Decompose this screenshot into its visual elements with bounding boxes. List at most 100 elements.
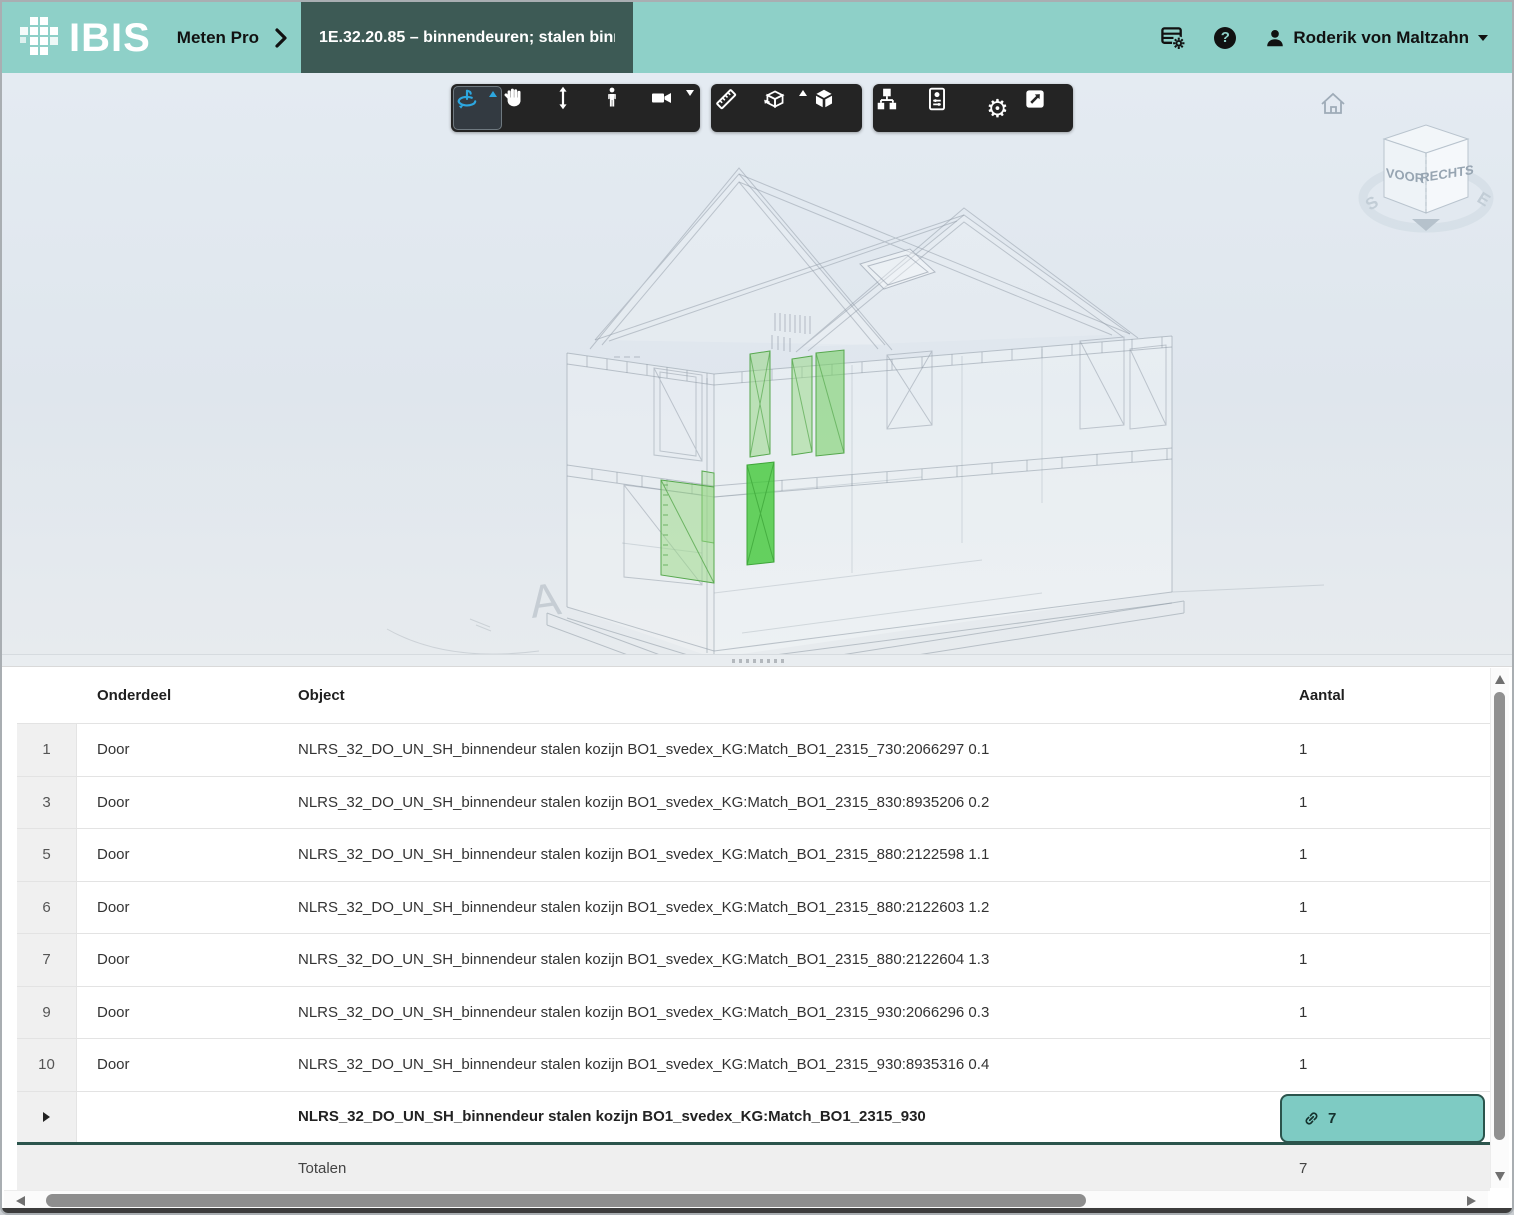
fullscreen-button[interactable] [1022, 86, 1071, 130]
help-button[interactable]: ? [1212, 25, 1238, 51]
navigation-tool-group [451, 84, 700, 132]
walk-tool-button[interactable] [600, 86, 649, 130]
row-aantal: 1 [1280, 794, 1490, 811]
col-header-aantal[interactable]: Aantal [1280, 687, 1490, 704]
vertical-scrollbar[interactable] [1490, 668, 1509, 1188]
group-summary-row[interactable]: NLRS_32_DO_UN_SH_binnendeur stalen kozij… [17, 1091, 1490, 1143]
orbit-dropdown-icon [489, 91, 497, 97]
scroll-up-arrow[interactable] [1495, 675, 1505, 684]
pan-hand-icon [502, 86, 526, 110]
row-aantal: 1 [1280, 846, 1490, 863]
horizontal-scroll-thumb[interactable] [46, 1194, 1086, 1207]
expand-icon [1022, 86, 1048, 112]
table-settings-icon [1160, 24, 1186, 51]
camera-icon [649, 86, 675, 110]
row-aantal: 1 [1280, 1056, 1490, 1073]
row-object: NLRS_32_DO_UN_SH_binnendeur stalen kozij… [297, 899, 1280, 916]
row-onderdeel: Door [77, 1056, 297, 1073]
breadcrumb-chevron-icon [259, 2, 301, 73]
group-expander-cell[interactable] [17, 1092, 77, 1143]
viewer-toolbar: ⚙ [451, 84, 1073, 132]
camera-dropdown-icon [686, 90, 694, 96]
app-window: IBIS Meten Pro 1E.32.20.85 – binnendeure… [0, 0, 1514, 1215]
pan-tool-button[interactable] [502, 86, 551, 130]
view-settings-button[interactable] [1160, 25, 1186, 51]
row-aantal: 1 [1280, 951, 1490, 968]
app-name: Meten Pro [151, 2, 259, 73]
ibis-logo-text: IBIS [69, 18, 151, 58]
gear-icon: ⚙ [986, 96, 1008, 121]
expand-arrow-icon [43, 1112, 50, 1122]
row-onderdeel: Door [77, 741, 297, 758]
col-header-object[interactable]: Object [297, 687, 1280, 704]
home-view-button[interactable] [1322, 94, 1344, 113]
row-object: NLRS_32_DO_UN_SH_binnendeur stalen kozij… [297, 1004, 1280, 1021]
active-measure-tab[interactable]: 1E.32.20.85 – binnendeuren; stalen binne… [301, 2, 633, 73]
walk-person-icon [600, 86, 624, 110]
properties-panel-button[interactable] [924, 86, 973, 130]
scroll-down-arrow[interactable] [1495, 1172, 1505, 1181]
nav-cube[interactable]: VOOR RECHTS S E [1362, 125, 1494, 231]
row-number: 10 [17, 1039, 77, 1091]
linked-quantity-chip[interactable]: 7 [1280, 1094, 1485, 1143]
row-aantal: 1 [1280, 741, 1490, 758]
top-bar: IBIS Meten Pro 1E.32.20.85 – binnendeure… [2, 2, 1512, 73]
row-aantal: 1 [1280, 899, 1490, 916]
row-aantal: 1 [1280, 1004, 1490, 1021]
model-tree-icon [875, 86, 901, 112]
user-icon [1264, 27, 1286, 49]
model-tree-button[interactable] [875, 86, 924, 130]
row-onderdeel: Door [77, 899, 297, 916]
table-row[interactable]: 7 Door NLRS_32_DO_UN_SH_binnendeur stale… [17, 933, 1490, 986]
scroll-left-arrow[interactable] [16, 1196, 25, 1206]
model-house-wireframe: A [387, 168, 1324, 654]
table-row[interactable]: 9 Door NLRS_32_DO_UN_SH_binnendeur stale… [17, 986, 1490, 1039]
isolate-tool-button[interactable] [811, 86, 860, 130]
cube-icon [811, 86, 837, 112]
orbit-icon [454, 87, 480, 113]
help-icon: ? [1214, 27, 1236, 49]
measure-tool-button[interactable] [713, 86, 762, 130]
viewport-canvas[interactable]: A [2, 73, 1514, 654]
row-object: NLRS_32_DO_UN_SH_binnendeur stalen kozij… [297, 741, 1280, 758]
page-title: 1E.32.20.85 – binnendeuren; stalen binne… [319, 29, 615, 47]
orbit-tool-button[interactable] [453, 86, 502, 130]
row-object: NLRS_32_DO_UN_SH_binnendeur stalen kozij… [297, 951, 1280, 968]
row-number: 5 [17, 829, 77, 881]
properties-panel-icon [924, 86, 950, 112]
measurement-table: Onderdeel Object Aantal 1 Door NLRS_32_D… [2, 666, 1514, 1190]
user-menu[interactable]: Roderik von Maltzahn [1264, 27, 1488, 49]
linked-quantity-value: 7 [1328, 1110, 1336, 1127]
zoom-updown-icon [551, 86, 575, 110]
settings-button[interactable]: ⚙ [973, 86, 1022, 130]
table-row[interactable]: 3 Door NLRS_32_DO_UN_SH_binnendeur stale… [17, 776, 1490, 829]
table-row[interactable]: 10 Door NLRS_32_DO_UN_SH_binnendeur stal… [17, 1038, 1490, 1091]
row-number: 6 [17, 882, 77, 934]
totals-row: Totalen 7 [17, 1145, 1490, 1191]
section-tool-button[interactable] [762, 86, 811, 130]
row-number: 1 [17, 724, 77, 776]
row-number: 7 [17, 934, 77, 986]
horizontal-scrollbar[interactable] [4, 1190, 1488, 1210]
col-header-onderdeel[interactable]: Onderdeel [77, 687, 297, 704]
section-dropdown-icon [799, 90, 807, 96]
scroll-right-arrow[interactable] [1467, 1196, 1476, 1206]
divider-drag-handle[interactable] [732, 659, 787, 663]
table-row[interactable]: 1 Door NLRS_32_DO_UN_SH_binnendeur stale… [17, 723, 1490, 776]
ruler-icon [713, 86, 739, 112]
camera-tool-button[interactable] [649, 86, 698, 130]
row-object: NLRS_32_DO_UN_SH_binnendeur stalen kozij… [297, 846, 1280, 863]
ibis-logo-icon [18, 15, 60, 61]
vertical-scroll-thumb[interactable] [1494, 692, 1505, 1140]
zoom-tool-button[interactable] [551, 86, 600, 130]
row-onderdeel: Door [77, 951, 297, 968]
table-row[interactable]: 5 Door NLRS_32_DO_UN_SH_binnendeur stale… [17, 828, 1490, 881]
totals-label: Totalen [297, 1160, 1280, 1177]
measure-tool-group [711, 84, 862, 132]
totals-value: 7 [1280, 1160, 1490, 1177]
panel-tool-group: ⚙ [873, 84, 1073, 132]
ibis-logo[interactable]: IBIS [2, 2, 151, 73]
group-object: NLRS_32_DO_UN_SH_binnendeur stalen kozij… [297, 1108, 1280, 1125]
table-row[interactable]: 6 Door NLRS_32_DO_UN_SH_binnendeur stale… [17, 881, 1490, 934]
totals-num-cell [17, 1145, 77, 1191]
